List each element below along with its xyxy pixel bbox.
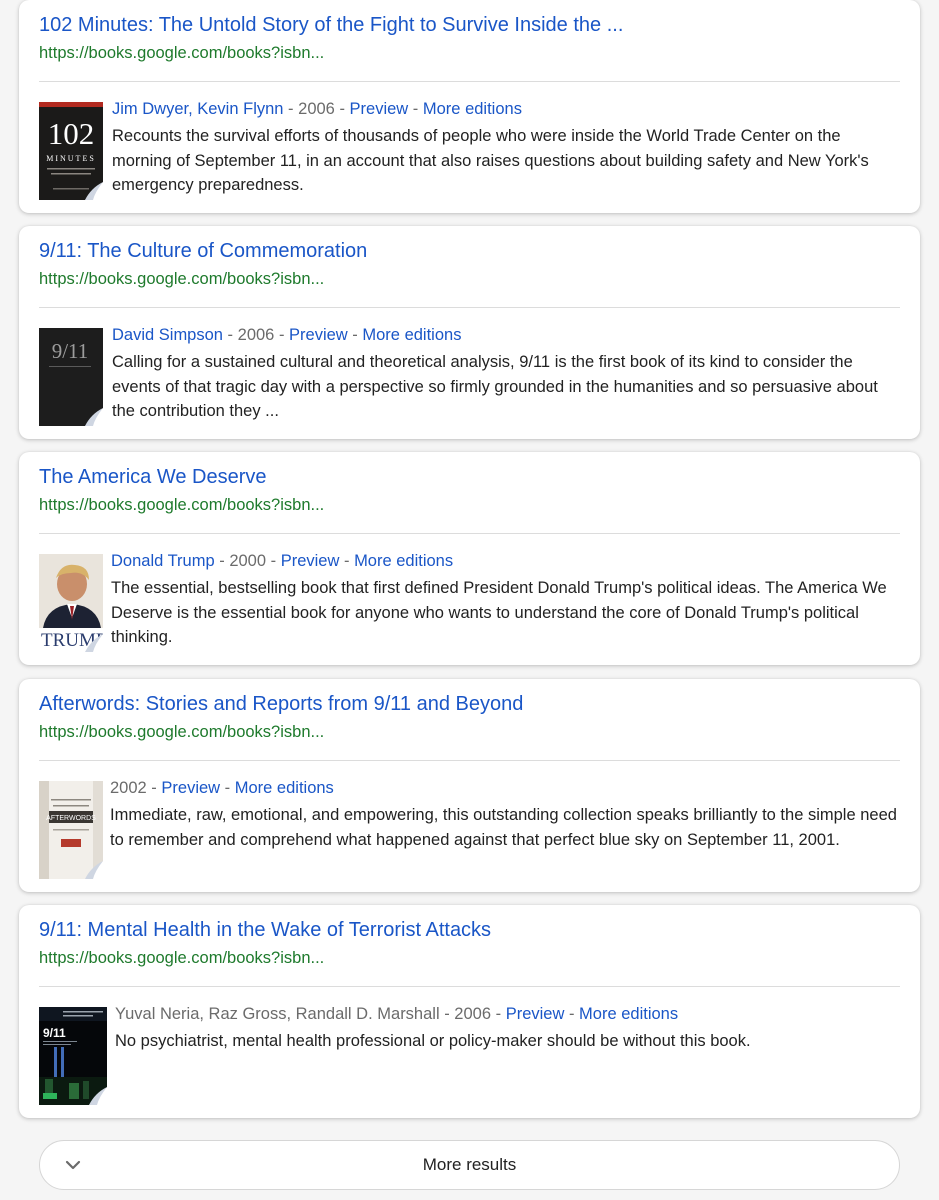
book-cover-thumbnail[interactable]: TRUMP bbox=[39, 554, 103, 652]
result-title-link[interactable]: 9/11: Mental Health in the Wake of Terro… bbox=[39, 919, 491, 942]
result-title-link[interactable]: 102 Minutes: The Untold Story of the Fig… bbox=[39, 14, 623, 37]
preview-link[interactable]: Preview bbox=[506, 1005, 565, 1023]
more-editions-link[interactable]: More editions bbox=[354, 552, 453, 570]
publication-year: 2006 bbox=[454, 1005, 492, 1023]
publication-year: 2006 bbox=[298, 100, 335, 118]
book-description: Calling for a sustained cultural and the… bbox=[112, 353, 878, 420]
book-description: Immediate, raw, emotional, and empowerin… bbox=[110, 806, 897, 849]
divider bbox=[39, 986, 900, 987]
cover-title-text: 9/11 bbox=[43, 1026, 66, 1040]
cover-title-text: AFTERWORDS bbox=[46, 815, 96, 822]
more-editions-link[interactable]: More editions bbox=[235, 779, 334, 797]
result-title-link[interactable]: Afterwords: Stories and Reports from 9/1… bbox=[39, 693, 523, 716]
preview-link[interactable]: Preview bbox=[281, 552, 340, 570]
book-result-card: Afterwords: Stories and Reports from 9/1… bbox=[19, 679, 920, 892]
book-result-card: The America We Deserve https://books.goo… bbox=[19, 452, 920, 665]
preview-link[interactable]: Preview bbox=[161, 779, 220, 797]
result-url: https://books.google.com/books?isbn... bbox=[39, 270, 325, 288]
result-url: https://books.google.com/books?isbn... bbox=[39, 44, 325, 62]
publication-year: 2006 bbox=[237, 326, 275, 344]
result-title-link[interactable]: 9/11: The Culture of Commemoration bbox=[39, 240, 367, 263]
book-result-card: 9/11: The Culture of Commemoration https… bbox=[19, 226, 920, 439]
divider bbox=[39, 81, 900, 82]
book-cover-thumbnail[interactable]: 9/11 bbox=[39, 1007, 107, 1105]
preview-link[interactable]: Preview bbox=[289, 326, 348, 344]
publication-year: 2002 bbox=[110, 779, 147, 797]
book-meta: Donald Trump - 2000 - Preview - More edi… bbox=[111, 552, 454, 570]
result-url: https://books.google.com/books?isbn... bbox=[39, 496, 325, 514]
more-editions-link[interactable]: More editions bbox=[423, 100, 522, 118]
publication-year: 2000 bbox=[229, 552, 267, 570]
result-url: https://books.google.com/books?isbn... bbox=[39, 723, 325, 741]
book-result-card: 102 Minutes: The Untold Story of the Fig… bbox=[19, 0, 920, 213]
book-cover-thumbnail[interactable]: AFTERWORDS bbox=[39, 781, 103, 879]
book-cover-thumbnail[interactable]: 9/11 bbox=[39, 328, 103, 426]
book-meta: Jim Dwyer, Kevin Flynn - 2006 - Preview … bbox=[112, 100, 522, 118]
book-meta: David Simpson - 2006 - Preview - More ed… bbox=[112, 326, 462, 344]
result-url: https://books.google.com/books?isbn... bbox=[39, 949, 325, 967]
more-editions-link[interactable]: More editions bbox=[362, 326, 461, 344]
cover-title-text: 102 bbox=[48, 116, 95, 151]
divider bbox=[39, 760, 900, 761]
author-link[interactable]: David Simpson bbox=[112, 326, 223, 344]
book-result-card: 9/11: Mental Health in the Wake of Terro… bbox=[19, 905, 920, 1118]
book-description: No psychiatrist, mental health professio… bbox=[115, 1032, 751, 1050]
more-results-button[interactable]: More results bbox=[39, 1140, 900, 1190]
book-meta: 2002 - Preview - More editions bbox=[110, 779, 334, 797]
cover-title-text: 9/11 bbox=[52, 339, 89, 363]
cover-subtitle-text: MINUTES bbox=[46, 154, 96, 163]
result-title-link[interactable]: The America We Deserve bbox=[39, 466, 267, 489]
book-cover-thumbnail[interactable]: 102 MINUTES bbox=[39, 102, 103, 200]
divider bbox=[39, 533, 900, 534]
divider bbox=[39, 307, 900, 308]
book-description: The essential, bestselling book that fir… bbox=[111, 579, 887, 646]
more-results-label: More results bbox=[422, 1155, 517, 1174]
author-names: Yuval Neria, Raz Gross, Randall D. Marsh… bbox=[115, 1005, 440, 1023]
search-results-page: 102 Minutes: The Untold Story of the Fig… bbox=[0, 0, 939, 1200]
book-meta: Yuval Neria, Raz Gross, Randall D. Marsh… bbox=[115, 1005, 679, 1023]
author-link[interactable]: Jim Dwyer, Kevin Flynn bbox=[112, 100, 283, 118]
preview-link[interactable]: Preview bbox=[350, 100, 409, 118]
more-editions-link[interactable]: More editions bbox=[579, 1005, 678, 1023]
author-link[interactable]: Donald Trump bbox=[111, 552, 215, 570]
book-description: Recounts the survival efforts of thousan… bbox=[112, 127, 869, 194]
